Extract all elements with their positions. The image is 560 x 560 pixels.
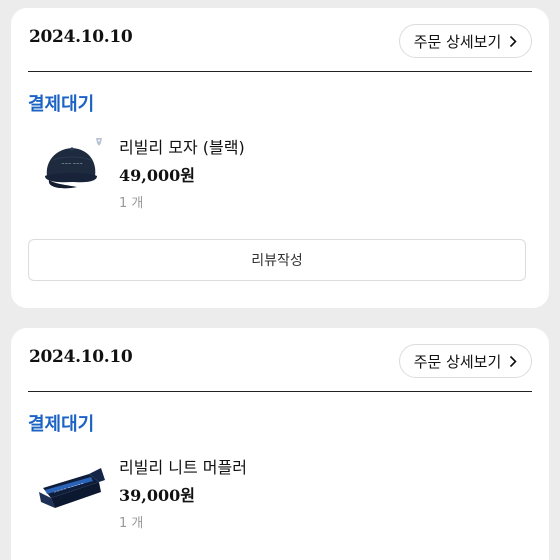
order-card: 2024.10.10 주문 상세보기 결제대기 ~~~~ ~~~~~ 리빌리 니… <box>11 328 549 560</box>
tag-icon <box>95 134 103 146</box>
write-review-button[interactable]: 리뷰작성 <box>28 239 526 281</box>
product-name[interactable]: 리빌리 모자 (블랙) <box>119 134 245 158</box>
product-name[interactable]: 리빌리 니트 머플러 <box>119 454 247 478</box>
product-price: 39,000원 <box>119 486 195 505</box>
order-detail-label: 주문 상세보기 <box>413 352 502 371</box>
order-card-header: 2024.10.10 주문 상세보기 <box>28 328 532 392</box>
chevron-right-icon <box>509 355 517 368</box>
order-date: 2024.10.10 <box>29 347 133 367</box>
order-status: 결제대기 <box>28 414 95 435</box>
chevron-right-icon <box>509 35 517 48</box>
order-card-header: 2024.10.10 주문 상세보기 <box>28 8 532 72</box>
order-detail-button[interactable]: 주문 상세보기 <box>399 344 532 378</box>
product-quantity: 1 개 <box>119 516 144 531</box>
order-date: 2024.10.10 <box>29 27 133 47</box>
order-detail-button[interactable]: 주문 상세보기 <box>399 24 532 58</box>
product-quantity: 1 개 <box>119 196 144 211</box>
order-detail-label: 주문 상세보기 <box>413 32 502 51</box>
product-price: 49,000원 <box>119 166 195 185</box>
product-image-knit-muffler[interactable]: ~~~~ ~~~~~ <box>37 452 107 522</box>
order-list: 2024.10.10 주문 상세보기 결제대기 ~~~ ~~~ 리빌리 모자 (… <box>0 0 560 560</box>
order-status: 결제대기 <box>28 94 95 115</box>
order-card: 2024.10.10 주문 상세보기 결제대기 ~~~ ~~~ 리빌리 모자 (… <box>11 8 549 308</box>
svg-text:~~~ ~~~: ~~~ ~~~ <box>61 161 82 166</box>
